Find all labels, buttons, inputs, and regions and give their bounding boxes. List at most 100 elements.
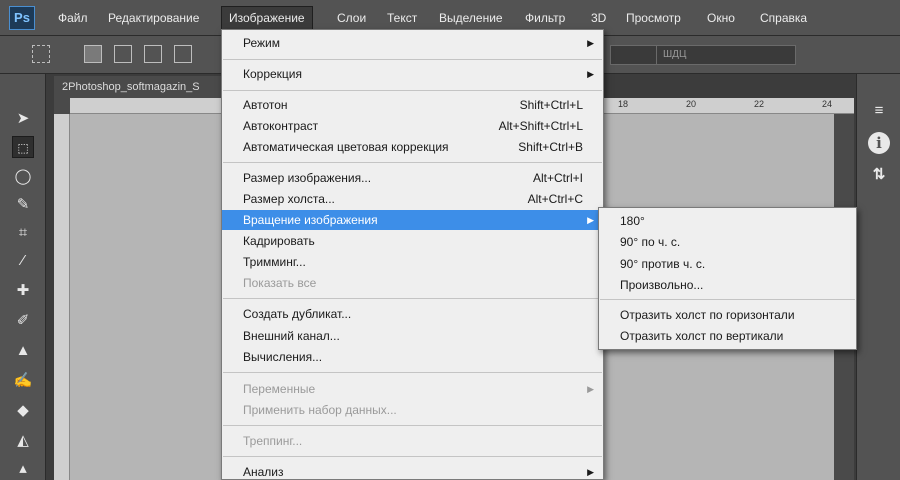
menu-type[interactable]: Текст <box>387 8 417 28</box>
history-brush-tool-icon[interactable]: ✍ <box>12 370 34 392</box>
submenu-arrow-icon: ▶ <box>587 215 594 225</box>
menu-item-image-size[interactable]: Размер изображения... Alt+Ctrl+I <box>222 168 603 188</box>
menu-window[interactable]: Окно <box>707 8 735 28</box>
ruler-mark: 22 <box>754 99 765 109</box>
subtract-selection-icon[interactable] <box>144 45 162 63</box>
menu-separator <box>600 299 855 300</box>
menu-item-label: Автоматическая цветовая коррекция <box>243 140 449 154</box>
shortcut: Alt+Ctrl+I <box>532 171 583 185</box>
info-icon[interactable]: i <box>868 132 890 154</box>
new-selection-icon[interactable] <box>84 45 102 63</box>
menu-item-label: Кадрировать <box>243 234 315 248</box>
photoshop-logo: Ps <box>9 6 35 30</box>
menu-item-label: Размер изображения... <box>243 171 372 185</box>
menu-edit[interactable]: Редактирование <box>108 8 199 28</box>
menu-item-variables: Переменные ▶ <box>222 379 603 399</box>
menu-item-crop[interactable]: Кадрировать <box>222 231 603 251</box>
menu-item-label: Создать дубликат... <box>243 307 352 321</box>
menu-item-label: Тримминг... <box>243 255 306 269</box>
menu-view[interactable]: Просмотр <box>626 8 681 28</box>
menu-item-label: Автотон <box>243 98 288 112</box>
menu-help[interactable]: Справка <box>760 8 807 28</box>
menu-item-label: Внешний канал... <box>243 329 340 343</box>
menu-item-label: Анализ <box>243 465 284 479</box>
shortcut: Alt+Shift+Ctrl+L <box>498 119 583 133</box>
menu-separator <box>223 298 602 299</box>
menu-item-reveal-all: Показать все <box>222 273 603 293</box>
menu-item-image-rotation[interactable]: Вращение изображения ▶ <box>222 210 603 230</box>
menu-item-calculations[interactable]: Вычисления... <box>222 347 603 367</box>
quick-select-tool-icon[interactable]: ✎ <box>12 194 34 216</box>
menu-separator <box>223 162 602 163</box>
libraries-icon[interactable]: ≡ <box>868 100 890 122</box>
shortcut: Alt+Ctrl+C <box>527 192 583 206</box>
style-field[interactable]: ШДЦ <box>656 45 796 65</box>
menu-item-trap: Треппинг... <box>222 431 603 451</box>
eraser-tool-icon[interactable]: ◆ <box>12 400 34 422</box>
submenu-item-rotate-180[interactable]: 180° <box>599 211 856 231</box>
submenu-arrow-icon: ▶ <box>587 384 594 394</box>
menu-item-label: Режим <box>243 36 280 50</box>
move-tool-icon[interactable]: ➤ <box>12 108 34 130</box>
image-menu-dropdown: Режим ▶ Коррекция ▶ Автотон Shift+Ctrl+L Ав… <box>221 29 604 480</box>
ruler-mark: 20 <box>686 99 697 109</box>
menu-file[interactable]: Файл <box>58 8 88 28</box>
shortcut: Shift+Ctrl+B <box>518 140 583 154</box>
menu-item-auto-color[interactable]: Автоматическая цветовая коррекция Shift+C… <box>222 137 603 157</box>
menu-item-label: Коррекция <box>243 67 303 81</box>
menu-item-label: Треппинг... <box>243 434 303 448</box>
marquee-tool-icon[interactable]: ⬚ <box>12 136 34 158</box>
menu-select[interactable]: Выделение <box>439 8 503 28</box>
submenu-item-flip-horizontal[interactable]: Отразить холст по горизонтали <box>599 305 856 325</box>
blur-tool-icon[interactable]: ▴ <box>12 458 34 480</box>
menu-item-label: Переменные <box>243 382 316 396</box>
menu-image[interactable]: Изображение <box>221 6 313 30</box>
intersect-selection-icon[interactable] <box>174 45 192 63</box>
add-selection-icon[interactable] <box>114 45 132 63</box>
menu-item-mode[interactable]: Режим ▶ <box>222 33 603 53</box>
submenu-item-rotate-90-cw[interactable]: 90° по ч. с. <box>599 232 856 252</box>
crop-tool-icon[interactable]: ⌗ <box>12 222 34 244</box>
paint-bucket-tool-icon[interactable]: ◭ <box>12 430 34 452</box>
menu-item-label: Применить набор данных... <box>243 403 397 417</box>
menu-item-trim[interactable]: Тримминг... <box>222 252 603 272</box>
menu-item-label: Размер холста... <box>243 192 335 206</box>
eyedropper-tool-icon[interactable]: ⁄ <box>12 250 34 272</box>
submenu-item-arbitrary[interactable]: Произвольно... <box>599 275 856 295</box>
submenu-item-flip-vertical[interactable]: Отразить холст по вертикали <box>599 326 856 346</box>
lasso-tool-icon[interactable]: ◯ <box>12 166 34 188</box>
menu-item-label: Показать все <box>243 276 317 290</box>
menu-item-adjustments[interactable]: Коррекция ▶ <box>222 64 603 84</box>
menu-separator <box>223 425 602 426</box>
ruler-mark: 18 <box>618 99 629 109</box>
menu-filter[interactable]: Фильтр <box>525 8 565 28</box>
menu-item-duplicate[interactable]: Создать дубликат... <box>222 304 603 324</box>
submenu-arrow-icon: ▶ <box>587 467 594 477</box>
menu-separator <box>223 456 602 457</box>
menu-separator <box>223 90 602 91</box>
healing-brush-tool-icon[interactable]: ✚ <box>12 280 34 302</box>
toolbox: ➤ ⬚ ◯ ✎ ⌗ ⁄ ✚ ✐ ▲ ✍ ◆ ◭ ▴ <box>0 74 46 480</box>
menu-item-auto-tone[interactable]: Автотон Shift+Ctrl+L <box>222 95 603 115</box>
stamp-tool-icon[interactable]: ▲ <box>12 340 34 362</box>
document-tab[interactable]: 2Photoshop_softmagazin_S <box>54 76 222 98</box>
menu-layers[interactable]: Слои <box>337 8 366 28</box>
marquee-preset-icon[interactable] <box>32 45 50 63</box>
menu-separator <box>223 372 602 373</box>
menu-item-analysis[interactable]: Анализ ▶ <box>222 462 603 480</box>
submenu-arrow-icon: ▶ <box>587 38 594 48</box>
brush-tool-icon[interactable]: ✐ <box>12 310 34 332</box>
shortcut: Shift+Ctrl+L <box>519 98 583 112</box>
history-icon[interactable]: ⇅ <box>868 164 890 186</box>
menu-item-auto-contrast[interactable]: Автоконтраст Alt+Shift+Ctrl+L <box>222 116 603 136</box>
submenu-item-rotate-90-ccw[interactable]: 90° против ч. с. <box>599 254 856 274</box>
menu-3d[interactable]: 3D <box>591 8 606 28</box>
ruler-left <box>54 114 70 480</box>
menu-item-canvas-size[interactable]: Размер холста... Alt+Ctrl+C <box>222 189 603 209</box>
menu-item-apply-data-set: Применить набор данных... <box>222 400 603 420</box>
menu-separator <box>223 59 602 60</box>
submenu-arrow-icon: ▶ <box>587 69 594 79</box>
menu-item-apply-image[interactable]: Внешний канал... <box>222 326 603 346</box>
menu-item-label: Автоконтраст <box>243 119 319 133</box>
rotation-submenu: 180° 90° по ч. с. 90° против ч. с. Произ… <box>598 207 857 350</box>
